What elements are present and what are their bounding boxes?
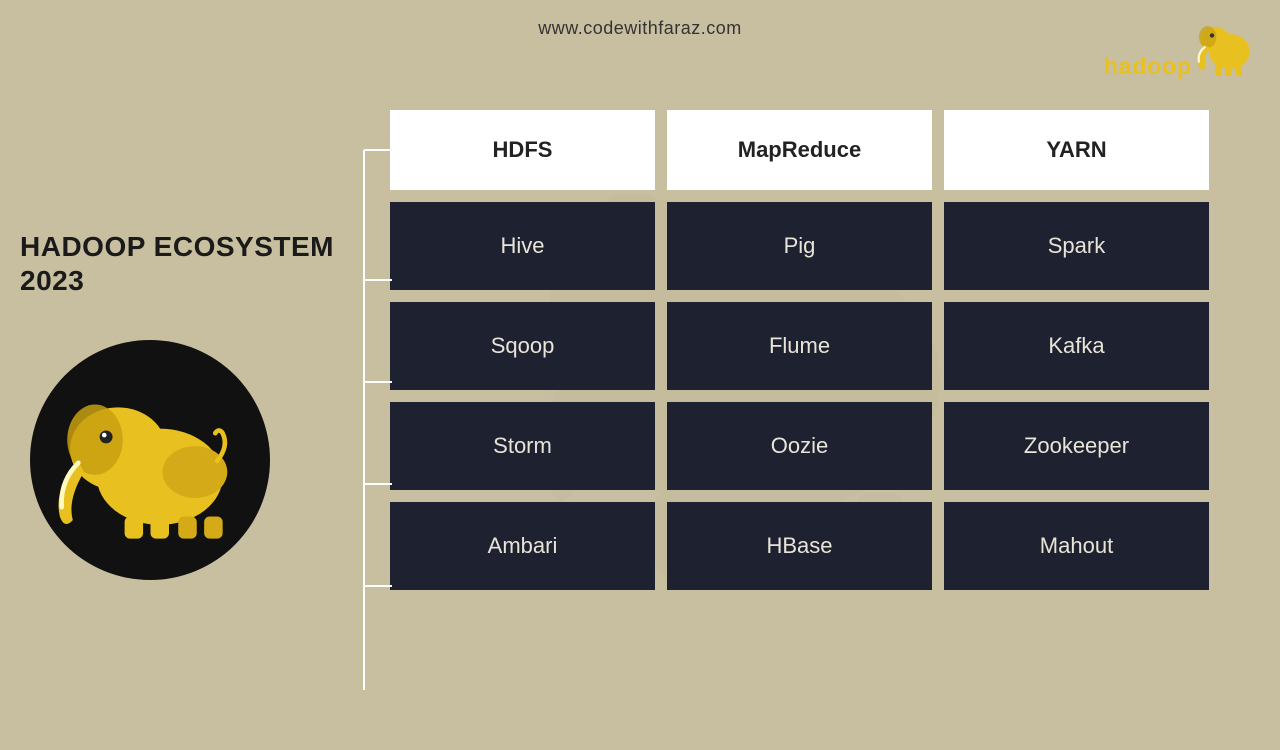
- yarn-box: YARN: [944, 110, 1209, 190]
- header-url: www.codewithfaraz.com: [538, 18, 742, 39]
- pig-box: Pig: [667, 202, 932, 290]
- hadoop-logo: hadoop: [1100, 10, 1260, 90]
- left-panel: HADOOP ECOSYSTEM 2023: [20, 230, 334, 297]
- spark-box: Spark: [944, 202, 1209, 290]
- hbase-box: HBase: [667, 502, 932, 590]
- oozie-box: Oozie: [667, 402, 932, 490]
- ambari-box: Ambari: [390, 502, 655, 590]
- flume-box: Flume: [667, 302, 932, 390]
- sqoop-box: Sqoop: [390, 302, 655, 390]
- zookeeper-box: Zookeeper: [944, 402, 1209, 490]
- grid-row-3: Storm Oozie Zookeeper: [390, 402, 1250, 490]
- svg-text:hadoop: hadoop: [1104, 53, 1192, 79]
- diagram-area: HDFS MapReduce YARN Hive Pig Spark Sqoop…: [390, 110, 1250, 590]
- elephant-circle: [30, 340, 270, 580]
- grid-area: Hive Pig Spark Sqoop Flume Kafka Storm O…: [390, 202, 1250, 590]
- hive-box: Hive: [390, 202, 655, 290]
- top-row: HDFS MapReduce YARN: [390, 110, 1250, 190]
- grid-row-1: Hive Pig Spark: [390, 202, 1250, 290]
- connector-lines: [334, 70, 394, 750]
- mapreduce-box: MapReduce: [667, 110, 932, 190]
- ecosystem-title: HADOOP ECOSYSTEM 2023: [20, 230, 334, 297]
- mahout-box: Mahout: [944, 502, 1209, 590]
- hdfs-box: HDFS: [390, 110, 655, 190]
- grid-row-2: Sqoop Flume Kafka: [390, 302, 1250, 390]
- storm-box: Storm: [390, 402, 655, 490]
- kafka-box: Kafka: [944, 302, 1209, 390]
- grid-row-4: Ambari HBase Mahout: [390, 502, 1250, 590]
